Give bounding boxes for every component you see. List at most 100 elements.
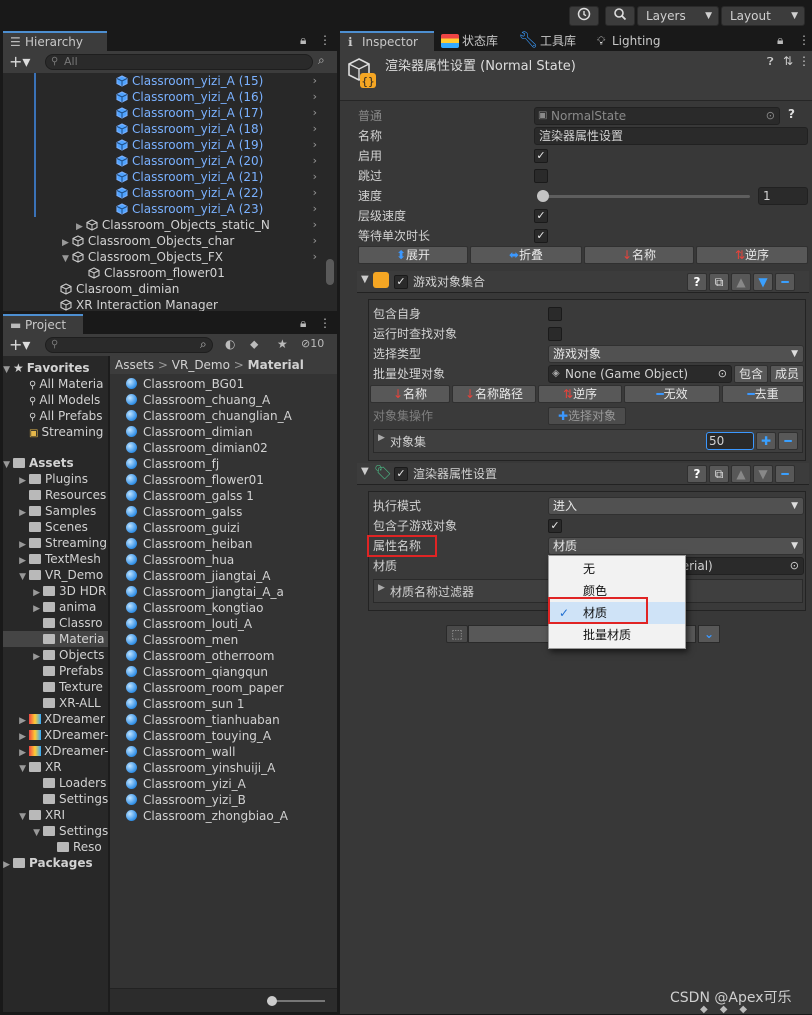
hierarchy-item[interactable]: Classroom_yizi_A (20) › (116, 153, 333, 169)
material-asset-item[interactable]: Classroom_men (126, 632, 238, 648)
remove-invalid-button[interactable]: ━无效 (624, 385, 720, 403)
move-down-button[interactable]: ▼ (753, 273, 773, 291)
hierarchy-search-input[interactable]: ⚲ All (45, 54, 313, 70)
menu-item-batch-material[interactable]: 批量材质 (549, 624, 685, 646)
project-folder-item[interactable]: ▶ Objects (3, 647, 108, 663)
help-button[interactable]: ? (687, 465, 707, 483)
chevron-right-icon[interactable]: › (313, 185, 317, 201)
favorite-star-icon[interactable]: ★ (277, 337, 288, 351)
project-folder-item[interactable]: ▼ XR (3, 759, 108, 775)
material-asset-item[interactable]: Classroom_qiangqun (126, 664, 268, 680)
hierarchy-item[interactable]: ▼ Classroom_Objects_FX › (62, 249, 333, 265)
copy-button[interactable]: ⧉ (709, 465, 729, 483)
tab-project[interactable]: ▬ Project (3, 314, 83, 334)
layout-dropdown[interactable]: Layout ▼ (721, 6, 805, 26)
property-name-dropdown[interactable]: 材质 ▼ (548, 537, 804, 555)
project-folder-item[interactable]: ▼ ★ Favorites (3, 360, 108, 376)
history-icon[interactable] (569, 6, 599, 26)
project-folder-item[interactable]: ▶ XDreamer- (3, 727, 108, 743)
project-folder-item[interactable]: ▶ Streaming (3, 535, 108, 551)
material-asset-item[interactable]: Classroom_dimian02 (126, 440, 268, 456)
hierarchy-item[interactable]: Classroom_yizi_A (21) › (116, 169, 333, 185)
object-set-count[interactable]: 50 (706, 432, 754, 450)
add-icon[interactable]: +▾ (9, 52, 30, 71)
material-asset-item[interactable]: Classroom_flower01 (126, 472, 264, 488)
chevron-right-icon[interactable]: › (313, 153, 317, 169)
menu-item-color[interactable]: 颜色 (549, 580, 685, 602)
object-picker-icon[interactable]: ⊙ (718, 366, 727, 382)
collapse-button[interactable]: ⬌折叠 (470, 246, 582, 264)
level-speed-checkbox[interactable]: ✓ (534, 209, 548, 223)
game-object-set-header[interactable]: ▼ ✓ 游戏对象集合 ? ⧉ ▲ ▼ ━ (357, 271, 809, 293)
more-options-icon[interactable]: ⋮ (798, 33, 810, 47)
hierarchy-item[interactable]: Classroom_yizi_A (16) › (116, 89, 333, 105)
lock-icon[interactable]: 🔒︎ (300, 316, 306, 331)
foldout-arrow-icon[interactable]: ▶ (62, 238, 69, 248)
menu-item-material[interactable]: ✓ 材质 (549, 602, 685, 624)
more-options-icon[interactable]: ⋮ (319, 33, 331, 47)
material-asset-item[interactable]: Classroom_louti_A (126, 616, 252, 632)
speed-value-field[interactable]: 1 (758, 187, 808, 205)
dedupe-button[interactable]: ━去重 (722, 385, 804, 403)
breadcrumb-assets[interactable]: Assets (115, 358, 154, 372)
chevron-down-icon[interactable]: ⌄ (698, 625, 720, 643)
project-folder-item[interactable]: ▶ Packages (3, 855, 108, 871)
tab-state-library[interactable]: 状态库 (438, 31, 514, 51)
material-asset-item[interactable]: Classroom_jiangtai_A_a (126, 584, 284, 600)
material-asset-item[interactable]: Classroom_BG01 (126, 376, 244, 392)
label-icon[interactable]: ⬥ (250, 337, 258, 352)
hierarchy-item[interactable]: Classroom_yizi_A (19) › (116, 137, 333, 153)
chevron-right-icon[interactable]: › (313, 233, 317, 249)
material-asset-item[interactable]: Classroom_chuanglian_A (126, 408, 292, 424)
preset-icon[interactable]: ⇅ (783, 54, 793, 68)
move-up-button[interactable]: ▲ (731, 273, 751, 291)
search-icon[interactable] (605, 6, 635, 26)
enable-checkbox[interactable]: ✓ (534, 149, 548, 163)
hidden-packages-toggle[interactable]: ⊘10 (301, 337, 324, 350)
project-folder-item[interactable]: Settings (3, 791, 108, 807)
material-asset-item[interactable]: Classroom_heiban (126, 536, 253, 552)
filter-type-icon[interactable]: ◐ (225, 337, 235, 351)
project-folder-item[interactable]: Scenes (3, 519, 108, 535)
runtime-find-checkbox[interactable] (548, 327, 562, 341)
batch-object-field[interactable]: ◈ None (Game Object) ⊙ (548, 365, 732, 383)
speed-slider[interactable] (538, 195, 750, 198)
name-field[interactable]: 渲染器属性设置 (534, 127, 808, 145)
chevron-right-icon[interactable]: › (313, 89, 317, 105)
member-button[interactable]: 成员 (770, 365, 804, 383)
project-folder-item[interactable]: Resources (3, 487, 108, 503)
material-asset-item[interactable]: Classroom_room_paper (126, 680, 284, 696)
project-folder-item[interactable]: ▶ 3D HDR (3, 583, 108, 599)
tab-inspector[interactable]: ℹ Inspector (340, 31, 434, 51)
foldout-arrow-icon[interactable]: ▼ (62, 254, 69, 264)
project-folder-item[interactable]: Texture (3, 679, 108, 695)
project-folder-item[interactable]: ⚲ All Prefabs (3, 408, 108, 424)
chevron-right-icon[interactable]: › (313, 201, 317, 217)
hierarchy-item[interactable]: Classroom_yizi_A (22) › (116, 185, 333, 201)
add-state-icon[interactable]: ⬚ (446, 625, 468, 643)
material-asset-item[interactable]: Classroom_guizi (126, 520, 240, 536)
include-button[interactable]: 包含 (734, 365, 768, 383)
object-set-foldout[interactable]: ▶ 对象集 50 ✚ ━ (373, 429, 803, 453)
material-asset-item[interactable]: Classroom_yinshuiji_A (126, 760, 275, 776)
hierarchy-item[interactable]: ▶ Classroom_Objects_char › (62, 233, 333, 249)
project-folder-item[interactable]: ▼ VR_Demo (3, 567, 108, 583)
material-asset-item[interactable]: Classroom_sun 1 (126, 696, 245, 712)
material-asset-item[interactable]: Classroom_yizi_B (126, 792, 246, 808)
select-objects-button[interactable]: ✚选择对象 (548, 407, 626, 425)
material-asset-item[interactable]: Classroom_chuang_A (126, 392, 270, 408)
breadcrumb-material[interactable]: Material (248, 358, 304, 372)
sort-name-button[interactable]: ↓名称 (584, 246, 694, 264)
move-down-button[interactable]: ▼ (753, 465, 773, 483)
material-asset-item[interactable]: Classroom_galss 1 (126, 488, 254, 504)
project-folder-item[interactable]: ▶ Samples (3, 503, 108, 519)
hierarchy-item[interactable]: Classroom_flower01 (88, 265, 333, 281)
project-folder-item[interactable]: Loaders (3, 775, 108, 791)
project-folder-item[interactable]: ▣ Streaming (3, 424, 108, 440)
speed-slider-handle[interactable] (537, 190, 549, 202)
material-asset-item[interactable]: Classroom_fj (126, 456, 219, 472)
project-folder-item[interactable]: ▶ XDreamer (3, 711, 108, 727)
project-folder-item[interactable]: ▼ Assets (3, 455, 108, 471)
project-folder-item[interactable]: Prefabs (3, 663, 108, 679)
add-icon[interactable]: +▾ (9, 335, 30, 354)
